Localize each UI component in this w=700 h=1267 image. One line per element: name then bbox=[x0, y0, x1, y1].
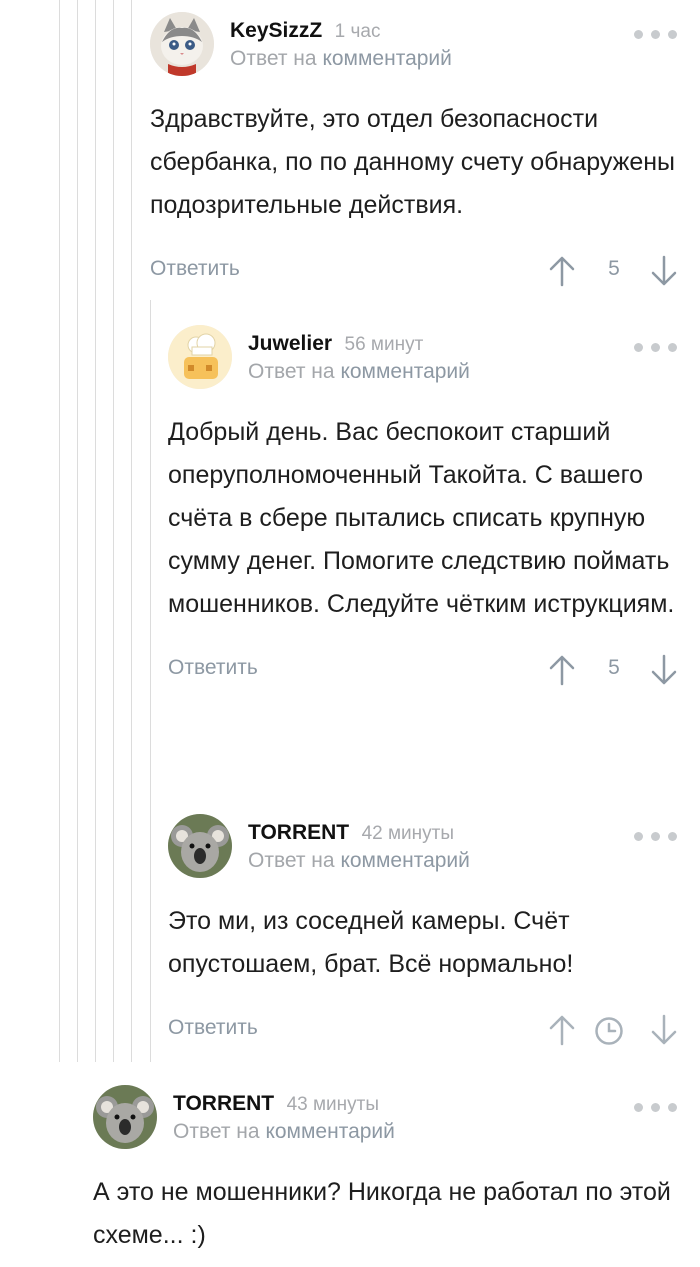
koala-avatar-icon[interactable] bbox=[93, 1085, 157, 1149]
upvote-arrow-icon[interactable] bbox=[548, 1014, 576, 1046]
author-name[interactable]: TORRENT bbox=[173, 1092, 274, 1115]
parent-comment-link[interactable]: комментарий bbox=[322, 47, 451, 70]
comment-time: 42 минуты bbox=[361, 823, 455, 844]
rating-count: 5 bbox=[608, 656, 620, 679]
chef-avatar-icon[interactable] bbox=[168, 325, 232, 389]
reply-prefix: Ответ на bbox=[248, 849, 335, 872]
downvote-arrow-icon[interactable] bbox=[650, 255, 678, 287]
upvote-arrow-icon[interactable] bbox=[548, 255, 576, 287]
thread-line bbox=[59, 0, 60, 1062]
reply-button[interactable]: Ответить bbox=[150, 257, 240, 281]
more-options-icon[interactable] bbox=[634, 828, 678, 844]
reply-prefix: Ответ на bbox=[173, 1120, 260, 1143]
clock-icon bbox=[595, 1017, 623, 1045]
author-name[interactable]: Juwelier bbox=[248, 332, 332, 355]
author-name[interactable]: TORRENT bbox=[248, 821, 349, 844]
comment-header: TORRENT 42 минуты Ответ на комментарий bbox=[168, 814, 678, 878]
more-options-icon[interactable] bbox=[634, 1099, 678, 1115]
comment: TORRENT 42 минуты Ответ на комментарий Э… bbox=[168, 814, 678, 1052]
thread-line bbox=[77, 0, 78, 1062]
comment-actions: Ответить bbox=[168, 1008, 678, 1052]
comment-meta: Juwelier 56 минут Ответ на комментарий bbox=[248, 329, 628, 385]
more-options-icon[interactable] bbox=[634, 339, 678, 355]
upvote-arrow-icon[interactable] bbox=[548, 654, 576, 686]
comment-header: TORRENT 43 минуты Ответ на комментарий bbox=[93, 1085, 678, 1149]
comment-time: 43 минуты bbox=[286, 1094, 380, 1115]
downvote-arrow-icon[interactable] bbox=[650, 654, 678, 686]
comment-rating: 5 bbox=[548, 249, 678, 293]
comment-meta: KeySizzZ 1 час Ответ на комментарий bbox=[230, 16, 628, 72]
cat-avatar-icon[interactable] bbox=[150, 12, 214, 76]
parent-comment-link[interactable]: комментарий bbox=[265, 1120, 394, 1143]
parent-comment-link[interactable]: комментарий bbox=[340, 849, 469, 872]
reply-prefix: Ответ на bbox=[248, 360, 335, 383]
comment-text: Добрый день. Вас беспокоит старший оперу… bbox=[168, 418, 675, 618]
comment-rating: 5 bbox=[548, 648, 678, 692]
reply-prefix: Ответ на bbox=[230, 47, 317, 70]
comment-time: 1 час bbox=[334, 21, 381, 42]
reply-button[interactable]: Ответить bbox=[168, 656, 258, 680]
comment-meta: TORRENT 42 минуты Ответ на комментарий bbox=[248, 818, 628, 874]
comment: Juwelier 56 минут Ответ на комментарий Д… bbox=[168, 325, 678, 692]
thread-line bbox=[150, 300, 151, 1062]
reply-button[interactable]: Ответить bbox=[168, 1016, 258, 1040]
author-name[interactable]: KeySizzZ bbox=[230, 19, 322, 42]
comments-page: KeySizzZ 1 час Ответ на комментарий Здра… bbox=[0, 0, 700, 1267]
koala-avatar-icon[interactable] bbox=[168, 814, 232, 878]
thread-line bbox=[95, 0, 96, 1062]
comment-meta: TORRENT 43 минуты Ответ на комментарий bbox=[173, 1089, 628, 1145]
rating-count: 5 bbox=[608, 257, 620, 280]
comment-text: Здравствуйте, это отдел безопасности сбе… bbox=[150, 105, 676, 219]
comment-text: А это не мошенники? Никогда не работал п… bbox=[93, 1178, 671, 1249]
thread-line bbox=[131, 0, 132, 1062]
comment: TORRENT 43 минуты Ответ на комментарий А… bbox=[93, 1085, 678, 1257]
comment-header: Juwelier 56 минут Ответ на комментарий bbox=[168, 325, 678, 389]
comment-actions: Ответить 5 bbox=[150, 249, 678, 293]
comment-time: 56 минут bbox=[344, 334, 424, 355]
comment-text: Это ми, из соседней камеры. Счёт опустош… bbox=[168, 907, 574, 978]
thread-line bbox=[113, 0, 114, 1062]
comment: KeySizzZ 1 час Ответ на комментарий Здра… bbox=[150, 12, 678, 293]
parent-comment-link[interactable]: комментарий bbox=[340, 360, 469, 383]
comment-header: KeySizzZ 1 час Ответ на комментарий bbox=[150, 12, 678, 76]
downvote-arrow-icon[interactable] bbox=[650, 1014, 678, 1046]
comment-actions: Ответить 5 bbox=[168, 648, 678, 692]
more-options-icon[interactable] bbox=[634, 26, 678, 42]
comment-rating bbox=[548, 1008, 678, 1052]
